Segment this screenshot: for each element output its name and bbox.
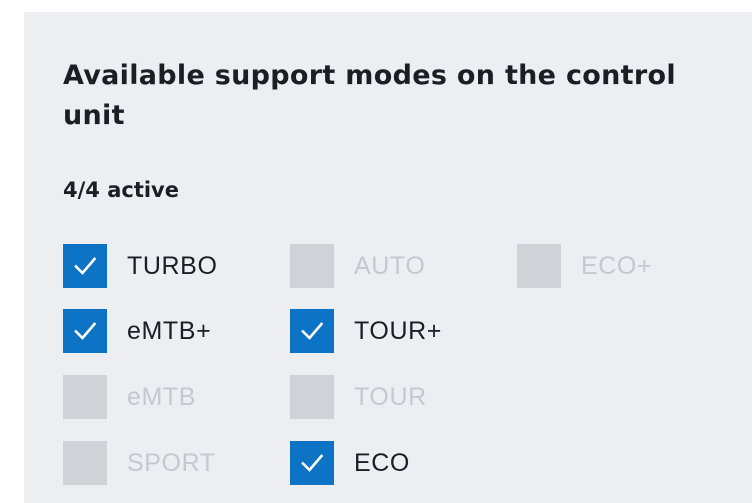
checkbox-box[interactable] <box>63 375 107 419</box>
mode-label: TOUR+ <box>354 316 442 345</box>
mode-emtb-checkbox[interactable]: eMTB <box>63 374 196 420</box>
checkmark-icon <box>301 454 324 472</box>
mode-label: eMTB <box>127 382 197 411</box>
mode-sport-checkbox[interactable]: SPORT <box>63 440 216 486</box>
panel-title: Available support modes on the control u… <box>63 60 676 131</box>
mode-label: TURBO <box>127 251 218 280</box>
mode-label: eMTB+ <box>127 316 212 345</box>
mode-label: ECO+ <box>581 251 653 280</box>
checkbox-box[interactable] <box>290 309 334 353</box>
mode-auto-checkbox[interactable]: AUTO <box>290 243 425 289</box>
checkmark-icon <box>301 322 324 340</box>
checkbox-box[interactable] <box>63 244 107 288</box>
mode-tour-plus-checkbox[interactable]: TOUR+ <box>290 308 442 354</box>
checkbox-box[interactable] <box>290 441 334 485</box>
checkbox-box[interactable] <box>290 244 334 288</box>
checkmark-icon <box>74 257 97 275</box>
checkmark-icon <box>74 322 97 340</box>
mode-turbo-checkbox[interactable]: TURBO <box>63 243 218 289</box>
mode-eco-plus-checkbox[interactable]: ECO+ <box>517 243 652 289</box>
mode-label: SPORT <box>127 448 216 477</box>
mode-label: ECO <box>354 448 410 477</box>
checkbox-box[interactable] <box>290 375 334 419</box>
mode-eco-checkbox[interactable]: ECO <box>290 440 410 486</box>
checkbox-box[interactable] <box>63 441 107 485</box>
mode-tour-checkbox[interactable]: TOUR <box>290 374 427 420</box>
active-count-status: 4/4 active <box>63 178 179 202</box>
checkbox-box[interactable] <box>63 309 107 353</box>
mode-emtb-plus-checkbox[interactable]: eMTB+ <box>63 308 211 354</box>
support-modes-panel: Available support modes on the control u… <box>24 12 752 503</box>
mode-label: AUTO <box>354 251 426 280</box>
checkbox-box[interactable] <box>517 244 561 288</box>
mode-label: TOUR <box>354 382 427 411</box>
